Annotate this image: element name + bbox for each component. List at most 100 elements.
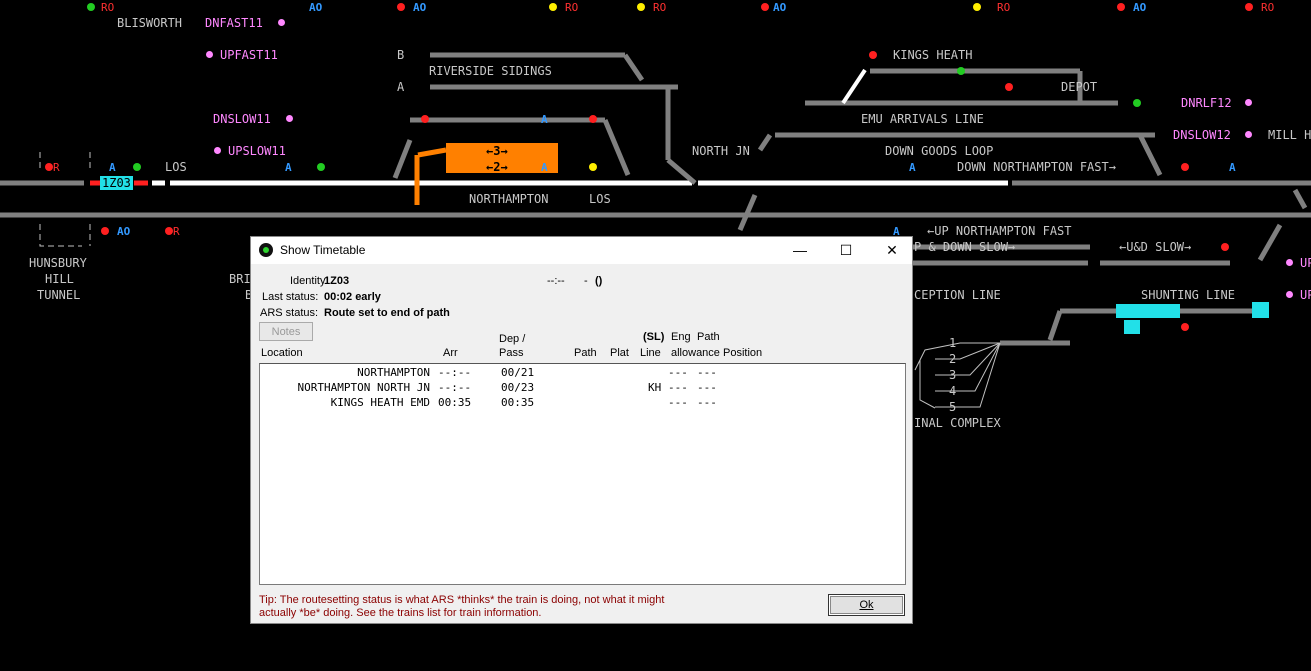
dnfast11-indicator — [278, 19, 285, 26]
tip-text: Tip: The routesetting status is what ARS… — [259, 594, 665, 619]
minimize-button[interactable]: — — [777, 237, 823, 264]
label-mill: MILL H — [1268, 128, 1311, 142]
col-dep-1: Dep / — [499, 333, 526, 345]
signal-red-4[interactable] — [1245, 3, 1253, 11]
row-2-dep: 00:35 — [501, 396, 535, 409]
row-1-dep: 00/23 — [501, 381, 535, 394]
signal-red-14[interactable] — [1181, 323, 1189, 331]
last-status-label: Last status: — [262, 291, 319, 303]
label-north-jn: NORTH JN — [692, 144, 750, 158]
ok-button[interactable]: Ok — [828, 594, 905, 616]
label-los-left: LOS — [165, 160, 187, 174]
identity-dash: - — [584, 275, 588, 287]
identity-paren: () — [595, 275, 603, 287]
label-ud-slow: ←U&D SLOW→ — [1119, 240, 1192, 254]
signal-yellow-1[interactable] — [549, 3, 557, 11]
signal-red-9[interactable] — [1005, 83, 1013, 91]
label-down-northampton-fast: DOWN NORTHAMPTON FAST→ — [957, 160, 1116, 174]
signal-green-2[interactable] — [133, 163, 141, 171]
signal-ro-1[interactable]: RO — [101, 2, 114, 14]
signal-red-7[interactable] — [421, 115, 429, 123]
signal-r-2[interactable]: R — [173, 226, 180, 238]
label-up-northampton-fast: ←UP NORTHAMPTON FAST — [927, 224, 1072, 238]
signal-red-2[interactable] — [761, 3, 769, 11]
signal-ao-2[interactable]: AO — [413, 2, 426, 14]
signal-red-5[interactable] — [45, 163, 53, 171]
row-0-arr: --:-- — [438, 366, 472, 379]
label-hunsbury-2: HILL — [45, 272, 74, 286]
row-0-location[interactable]: NORTHAMPTON — [260, 366, 430, 379]
label-dnslow11: DNSLOW11 — [213, 112, 271, 126]
signal-green-3[interactable] — [317, 163, 325, 171]
signal-a-6[interactable]: A — [1229, 162, 1236, 174]
signal-ao-1[interactable]: AO — [309, 2, 322, 14]
col-path-pos-2: Position — [723, 347, 763, 359]
label-up-right-2: UP — [1300, 288, 1311, 302]
dnslow12-indicator — [1245, 131, 1252, 138]
signal-a-5[interactable]: A — [909, 162, 916, 174]
signal-green-4[interactable] — [957, 67, 965, 75]
signal-ro-2[interactable]: RO — [565, 2, 578, 14]
signal-a-3[interactable]: A — [541, 114, 548, 126]
col-location: Location — [261, 347, 303, 359]
close-button[interactable]: ✕ — [869, 237, 915, 264]
col-sl: (SL) — [643, 331, 665, 343]
maximize-button[interactable]: ☐ — [823, 237, 869, 264]
ars-status-label: ARS status: — [260, 307, 319, 319]
signal-a-1[interactable]: A — [109, 162, 116, 174]
label-siding-2: 2 — [949, 352, 957, 366]
signal-ro-3[interactable]: RO — [653, 2, 666, 14]
train-berth-1z03[interactable]: 1Z03 — [100, 176, 133, 190]
upfast11-indicator — [206, 51, 213, 58]
signal-ao-5[interactable]: AO — [117, 226, 130, 238]
dialog-titlebar[interactable]: Show Timetable — ☐ ✕ — [251, 237, 912, 264]
signal-yellow-4[interactable] — [589, 163, 597, 171]
signal-red-13[interactable] — [1221, 243, 1229, 251]
show-timetable-dialog: Show Timetable — ☐ ✕ Identity: 1Z03 --:-… — [250, 236, 913, 624]
signal-a-4[interactable]: A — [541, 162, 548, 174]
signal-ro-4[interactable]: RO — [997, 2, 1010, 14]
signal-red-1[interactable] — [397, 3, 405, 11]
label-upfast11: UPFAST11 — [220, 48, 278, 62]
signal-a-2[interactable]: A — [285, 162, 292, 174]
row-1-line: KH — [648, 381, 662, 394]
label-los-mid: LOS — [589, 192, 611, 206]
notes-button[interactable]: Notes — [259, 322, 313, 341]
dialog-title: Show Timetable — [280, 243, 366, 257]
signal-yellow-2[interactable] — [637, 3, 645, 11]
label-northampton: NORTHAMPTON — [469, 192, 549, 206]
row-2-location[interactable]: KINGS HEATH EMD — [260, 396, 430, 409]
label-siding-3: 3 — [949, 368, 957, 382]
col-path-pos-1: Path — [697, 331, 720, 343]
row-1-location[interactable]: NORTHAMPTON NORTH JN — [260, 381, 430, 394]
row-2-pathpos: --- — [697, 396, 717, 409]
signal-ao-3[interactable]: AO — [773, 2, 786, 14]
dnrlf12-indicator — [1245, 99, 1252, 106]
timetable-list[interactable]: NORTHAMPTON --:-- 00/21 --- --- NORTHAMP… — [259, 363, 906, 585]
shunting-buffer — [1252, 302, 1269, 318]
signal-ao-4[interactable]: AO — [1133, 2, 1146, 14]
label-siding-5: 5 — [949, 400, 957, 414]
signal-ro-5[interactable]: RO — [1261, 2, 1274, 14]
signal-green-5[interactable] — [1133, 99, 1141, 107]
signal-red-8[interactable] — [869, 51, 877, 59]
signal-red-10[interactable] — [1181, 163, 1189, 171]
signal-red-12[interactable] — [165, 227, 173, 235]
row-0-dep: 00/21 — [501, 366, 535, 379]
col-line: Line — [640, 347, 661, 359]
signal-red-11[interactable] — [101, 227, 109, 235]
col-allowance: allowance — [671, 347, 720, 359]
identity-time: --:-- — [547, 275, 565, 287]
col-arr: Arr — [443, 347, 458, 359]
row-2-arr: 00:35 — [438, 396, 472, 409]
last-status-value: 00:02 early — [324, 291, 381, 303]
label-siding-a: A — [397, 80, 405, 94]
signal-red-6[interactable] — [589, 115, 597, 123]
signal-r-1[interactable]: R — [53, 162, 60, 174]
signal-green[interactable] — [87, 3, 95, 11]
row-0-pathpos: --- — [697, 366, 717, 379]
signal-red-3[interactable] — [1117, 3, 1125, 11]
identity-value: 1Z03 — [324, 275, 350, 287]
label-dnslow12: DNSLOW12 — [1173, 128, 1231, 142]
signal-yellow-3[interactable] — [973, 3, 981, 11]
